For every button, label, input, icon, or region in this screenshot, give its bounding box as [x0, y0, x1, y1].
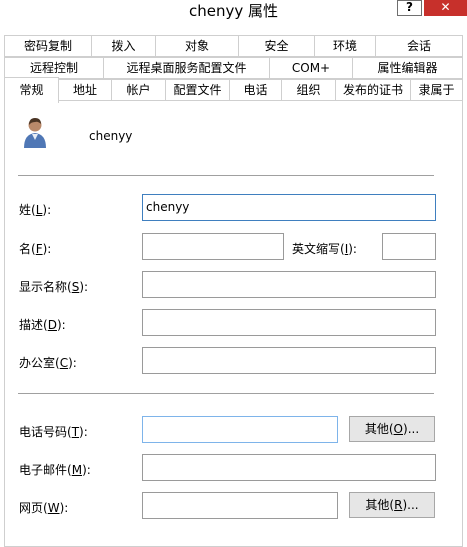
- help-icon: ?: [406, 0, 413, 14]
- tab-com-plus[interactable]: COM+: [269, 57, 353, 79]
- webpage-field[interactable]: [142, 492, 338, 519]
- user-name: chenyy: [89, 129, 133, 143]
- email-label: 电子邮件(M):: [19, 463, 91, 477]
- close-button[interactable]: ✕: [424, 0, 467, 16]
- office-label: 办公室(C):: [19, 356, 77, 370]
- description-label: 描述(D):: [19, 318, 66, 332]
- tab-account[interactable]: 帐户: [111, 79, 166, 101]
- office-field[interactable]: [142, 347, 436, 374]
- telephone-field[interactable]: [142, 416, 338, 443]
- tab-published-certificates[interactable]: 发布的证书: [335, 79, 411, 101]
- tab-security[interactable]: 安全: [238, 35, 315, 57]
- other-webpages-button[interactable]: 其他(R)...: [349, 492, 435, 518]
- middle-separator: [18, 393, 434, 394]
- title-bar: chenyy 属性 ? ✕: [0, 0, 467, 24]
- tab-profile[interactable]: 配置文件: [165, 79, 230, 101]
- close-icon: ✕: [440, 0, 451, 14]
- telephone-label: 电话号码(T):: [19, 425, 88, 439]
- display-name-field[interactable]: [142, 271, 436, 298]
- first-name-label: 名(F):: [19, 242, 52, 256]
- tab-general[interactable]: 地址: [58, 79, 112, 101]
- initials-field[interactable]: [382, 233, 436, 260]
- tab-rds-profile[interactable]: 远程桌面服务配置文件: [103, 57, 270, 79]
- email-field[interactable]: [142, 454, 436, 481]
- tab-telephones[interactable]: 电话: [229, 79, 282, 101]
- tab-dial-in[interactable]: 拨入: [91, 35, 156, 57]
- tab-member-of[interactable]: 隶属于: [410, 79, 463, 101]
- help-button[interactable]: ?: [397, 0, 422, 16]
- user-icon: [24, 118, 46, 148]
- tab-environment[interactable]: 环境: [314, 35, 376, 57]
- tab-organization[interactable]: 组织: [281, 79, 336, 101]
- webpage-label: 网页(W):: [19, 501, 69, 515]
- tab-sessions[interactable]: 会话: [375, 35, 463, 57]
- display-name-label: 显示名称(S):: [19, 280, 89, 294]
- last-name-field[interactable]: chenyy: [142, 194, 436, 221]
- first-name-field[interactable]: [142, 233, 284, 260]
- header-separator: [18, 175, 434, 176]
- tab-attribute-editor[interactable]: 属性编辑器: [352, 57, 463, 79]
- tab-password-replication[interactable]: 密码复制: [4, 35, 92, 57]
- last-name-label: 姓(L):: [19, 203, 52, 217]
- tab-general-active[interactable]: 常规: [4, 77, 59, 103]
- tab-object[interactable]: 对象: [155, 35, 239, 57]
- other-telephones-button[interactable]: 其他(O)...: [349, 416, 435, 442]
- initials-label: 英文缩写(I):: [292, 242, 357, 256]
- description-field[interactable]: [142, 309, 436, 336]
- tab-remote-control[interactable]: 远程控制: [4, 57, 104, 79]
